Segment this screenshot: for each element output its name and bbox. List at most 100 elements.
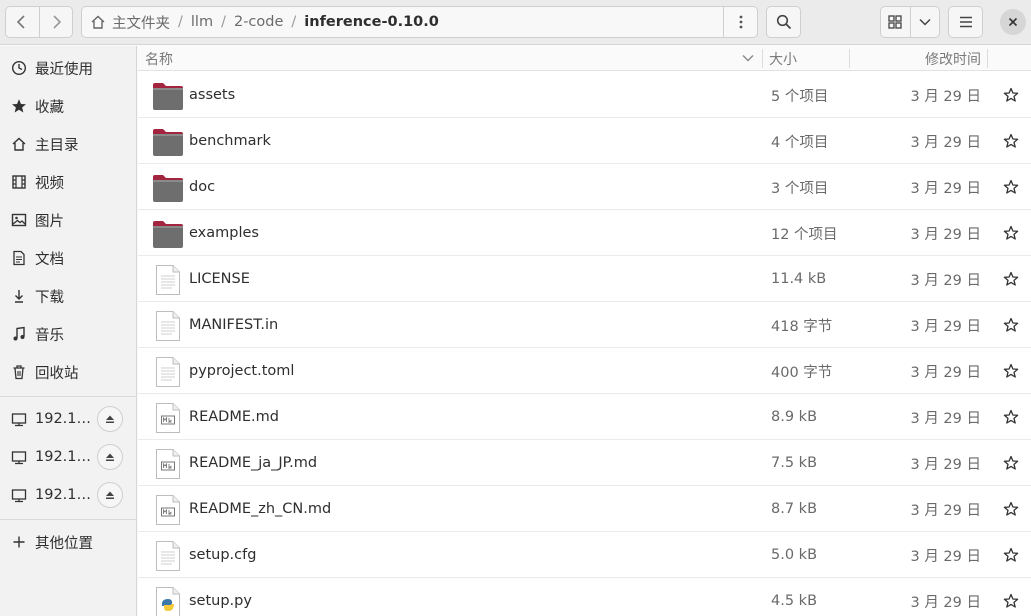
back-button[interactable] xyxy=(6,7,39,37)
sidebar-item-label: 主目录 xyxy=(35,137,79,154)
star-icon xyxy=(10,97,28,115)
view-options-dropdown[interactable] xyxy=(909,7,940,37)
file-size: 5.0 kB xyxy=(771,547,818,563)
text-file-icon xyxy=(154,540,186,572)
sidebar-item-recent[interactable]: 最近使用 xyxy=(0,50,137,86)
document-icon xyxy=(10,249,28,267)
sidebar-item-label: 192.1… xyxy=(35,487,92,503)
hamburger-menu-icon xyxy=(959,16,972,28)
star-toggle[interactable] xyxy=(1002,86,1020,104)
sidebar-item-starred[interactable]: 收藏 xyxy=(0,88,137,124)
star-toggle[interactable] xyxy=(1002,362,1020,380)
path-crumb-2-code[interactable]: 2-code xyxy=(228,14,289,30)
eject-icon xyxy=(106,491,114,499)
markdown-file-icon xyxy=(154,448,186,480)
sidebar-item-home[interactable]: 主目录 xyxy=(0,126,137,162)
file-modified: 3 月 29 日 xyxy=(910,272,981,289)
path-separator: / xyxy=(291,14,297,30)
star-toggle[interactable] xyxy=(1002,408,1020,426)
eject-button[interactable] xyxy=(97,482,123,508)
star-toggle[interactable] xyxy=(1002,132,1020,150)
file-row[interactable]: doc 3 个项目 3 月 29 日 xyxy=(138,164,1031,210)
file-row[interactable]: assets 5 个项目 3 月 29 日 xyxy=(138,72,1031,118)
star-toggle[interactable] xyxy=(1002,270,1020,288)
file-row[interactable]: README.md 8.9 kB 3 月 29 日 xyxy=(138,394,1031,440)
file-row[interactable]: MANIFEST.in 418 字节 3 月 29 日 xyxy=(138,302,1031,348)
star-toggle[interactable] xyxy=(1002,500,1020,518)
star-outline-icon xyxy=(1003,501,1019,516)
file-row[interactable]: README_zh_CN.md 8.7 kB 3 月 29 日 xyxy=(138,486,1031,532)
film-icon xyxy=(10,173,28,191)
navigation-buttons xyxy=(5,6,73,38)
home-icon xyxy=(10,135,28,153)
column-name[interactable]: 名称 xyxy=(145,46,762,71)
eject-button[interactable] xyxy=(97,444,123,470)
close-window-button[interactable] xyxy=(1000,9,1026,35)
star-outline-icon xyxy=(1003,547,1019,562)
star-toggle[interactable] xyxy=(1002,224,1020,242)
file-row[interactable]: README_ja_JP.md 7.5 kB 3 月 29 日 xyxy=(138,440,1031,486)
star-toggle[interactable] xyxy=(1002,454,1020,472)
search-button[interactable] xyxy=(766,6,801,38)
star-outline-icon xyxy=(1003,455,1019,470)
sidebar-item-trash[interactable]: 回收站 xyxy=(0,354,137,390)
grid-view-button[interactable] xyxy=(881,7,910,37)
sidebar-item-network-2[interactable]: 192.1… xyxy=(0,439,137,475)
star-outline-icon xyxy=(1003,87,1019,102)
sidebar-item-network-1[interactable]: 192.1… xyxy=(0,401,137,437)
chevron-left-icon xyxy=(17,15,25,29)
sidebar-item-pictures[interactable]: 图片 xyxy=(0,202,137,238)
star-toggle[interactable] xyxy=(1002,178,1020,196)
path-crumb-home[interactable]: 主文件夹 xyxy=(106,12,176,33)
text-file-icon xyxy=(154,356,186,388)
file-modified: 3 月 29 日 xyxy=(910,502,981,519)
file-list: 名称 大小 修改时间 assets 5 个项目 3 月 29 日 benchmark 4… xyxy=(138,46,1031,616)
file-size: 7.5 kB xyxy=(771,455,818,471)
file-name: setup.cfg xyxy=(189,547,257,563)
file-size: 11.4 kB xyxy=(771,271,827,287)
file-size: 418 字节 xyxy=(771,318,833,335)
sidebar-item-label: 下载 xyxy=(35,289,64,306)
path-home[interactable] xyxy=(82,7,106,37)
star-toggle[interactable] xyxy=(1002,592,1020,610)
column-modified[interactable]: 修改时间 xyxy=(850,46,981,71)
folder-icon xyxy=(152,126,184,158)
main-menu-button[interactable] xyxy=(948,6,983,38)
column-size[interactable]: 大小 xyxy=(769,46,849,71)
file-row[interactable]: pyproject.toml 400 字节 3 月 29 日 xyxy=(138,348,1031,394)
file-size: 4 个项目 xyxy=(771,134,829,151)
path-menu-button[interactable] xyxy=(723,7,757,37)
star-outline-icon xyxy=(1003,179,1019,194)
file-row[interactable]: setup.cfg 5.0 kB 3 月 29 日 xyxy=(138,532,1031,578)
column-header: 名称 大小 修改时间 xyxy=(138,46,1031,71)
star-outline-icon xyxy=(1003,225,1019,240)
eject-icon xyxy=(106,415,114,423)
sort-descending-icon xyxy=(742,55,754,62)
markdown-file-icon xyxy=(154,402,186,434)
sidebar-item-label: 192.1… xyxy=(35,411,92,427)
file-modified: 3 月 29 日 xyxy=(910,410,981,427)
star-toggle[interactable] xyxy=(1002,546,1020,564)
sidebar-item-documents[interactable]: 文档 xyxy=(0,240,137,276)
sidebar-item-other-locations[interactable]: 其他位置 xyxy=(0,524,137,560)
sidebar-item-network-3[interactable]: 192.1… xyxy=(0,477,137,513)
path-crumb-current[interactable]: inference-0.10.0 xyxy=(298,14,445,30)
forward-button[interactable] xyxy=(38,7,73,37)
star-outline-icon xyxy=(1003,317,1019,332)
sidebar-item-music[interactable]: 音乐 xyxy=(0,316,137,352)
column-name-label: 名称 xyxy=(145,51,173,68)
star-toggle[interactable] xyxy=(1002,316,1020,334)
file-row[interactable]: benchmark 4 个项目 3 月 29 日 xyxy=(138,118,1031,164)
sidebar-item-downloads[interactable]: 下载 xyxy=(0,278,137,314)
path-crumb-llm[interactable]: llm xyxy=(185,14,219,30)
star-outline-icon xyxy=(1003,409,1019,424)
path-separator: / xyxy=(178,14,183,30)
file-row[interactable]: setup.py 4.5 kB 3 月 29 日 xyxy=(138,578,1031,616)
eject-button[interactable] xyxy=(97,406,123,432)
file-row[interactable]: examples 12 个项目 3 月 29 日 xyxy=(138,210,1031,256)
star-outline-icon xyxy=(1003,363,1019,378)
sidebar-item-videos[interactable]: 视频 xyxy=(0,164,137,200)
file-modified: 3 月 29 日 xyxy=(910,456,981,473)
file-row[interactable]: LICENSE 11.4 kB 3 月 29 日 xyxy=(138,256,1031,302)
markdown-file-icon xyxy=(154,494,186,526)
